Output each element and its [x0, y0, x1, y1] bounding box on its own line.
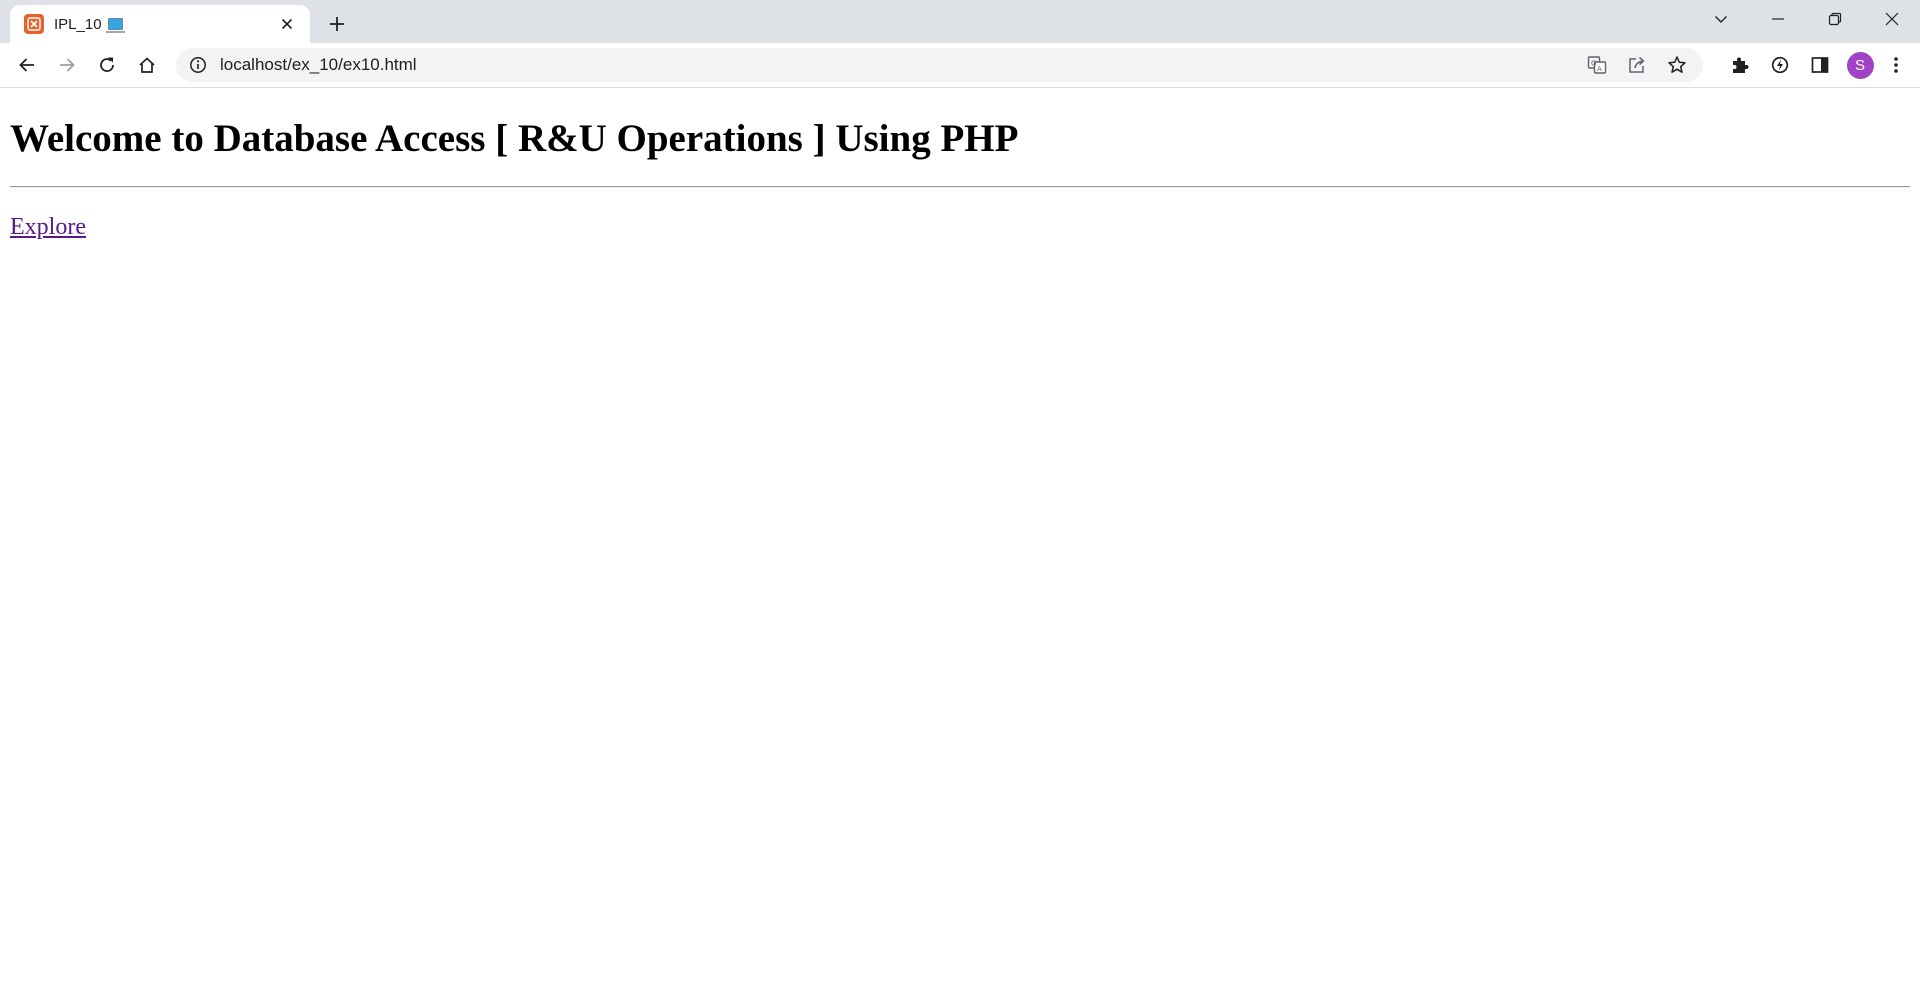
browser-tab[interactable]: IPL_10: [10, 5, 310, 43]
share-button[interactable]: [1617, 50, 1657, 80]
xampp-icon: [24, 14, 44, 34]
menu-button[interactable]: [1880, 48, 1912, 82]
extensions-button[interactable]: [1720, 48, 1760, 82]
chevron-down-icon: [1714, 16, 1727, 23]
minimize-icon: [1771, 18, 1784, 20]
puzzle-icon: [1733, 57, 1749, 73]
page-content: Welcome to Database Access [ R&U Operati…: [0, 88, 1920, 1007]
star-icon: [1668, 56, 1686, 73]
share-icon: [1629, 56, 1645, 73]
forward-button[interactable]: [50, 48, 84, 82]
new-tab-button[interactable]: [322, 9, 352, 39]
side-panel-button[interactable]: [1800, 48, 1840, 82]
arrow-right-icon: [60, 58, 75, 72]
restore-button[interactable]: [1806, 0, 1863, 38]
profile-button[interactable]: S: [1840, 48, 1880, 82]
svg-text:G: G: [1591, 60, 1596, 68]
address-bar-actions: G A: [1577, 50, 1697, 80]
translate-icon: G A: [1587, 56, 1607, 74]
avatar: S: [1846, 51, 1874, 79]
back-button[interactable]: [10, 48, 44, 82]
svg-text:A: A: [1597, 65, 1602, 73]
home-button[interactable]: [130, 48, 164, 82]
speed-icon: [1771, 56, 1789, 74]
tab-strip: IPL_10: [0, 0, 1920, 43]
tab-search-button[interactable]: [1692, 0, 1749, 38]
minimize-button[interactable]: [1749, 0, 1806, 38]
restore-icon: [1828, 12, 1841, 26]
performance-button[interactable]: [1760, 48, 1800, 82]
browser-window: IPL_10 localhost/ex_10/ex10.html G A S W…: [0, 0, 1920, 1007]
laptop-icon: [105, 17, 125, 33]
info-icon[interactable]: [188, 55, 208, 75]
divider: [10, 185, 1910, 188]
close-window-button[interactable]: [1863, 0, 1920, 38]
arrow-left-icon: [19, 58, 34, 72]
side-panel-icon: [1811, 57, 1829, 73]
plus-icon: [330, 17, 344, 31]
tab-close-icon[interactable]: [276, 13, 298, 35]
address-bar[interactable]: localhost/ex_10/ex10.html G A: [176, 48, 1703, 82]
window-controls: [1692, 0, 1920, 38]
tab-title: IPL_10: [54, 16, 276, 33]
browser-toolbar: localhost/ex_10/ex10.html G A S: [0, 43, 1920, 88]
reload-button[interactable]: [90, 48, 124, 82]
home-icon: [139, 57, 155, 73]
page-title: Welcome to Database Access [ R&U Operati…: [10, 117, 1019, 160]
close-icon: [1885, 12, 1898, 26]
toolbar-right: S: [1720, 48, 1912, 82]
bookmark-button[interactable]: [1657, 50, 1697, 80]
reload-icon: [100, 57, 114, 72]
more-vert-icon: [1894, 57, 1898, 73]
translate-button[interactable]: G A: [1577, 50, 1617, 80]
explore-link[interactable]: Explore: [10, 214, 86, 241]
url-text[interactable]: localhost/ex_10/ex10.html: [220, 55, 1577, 75]
